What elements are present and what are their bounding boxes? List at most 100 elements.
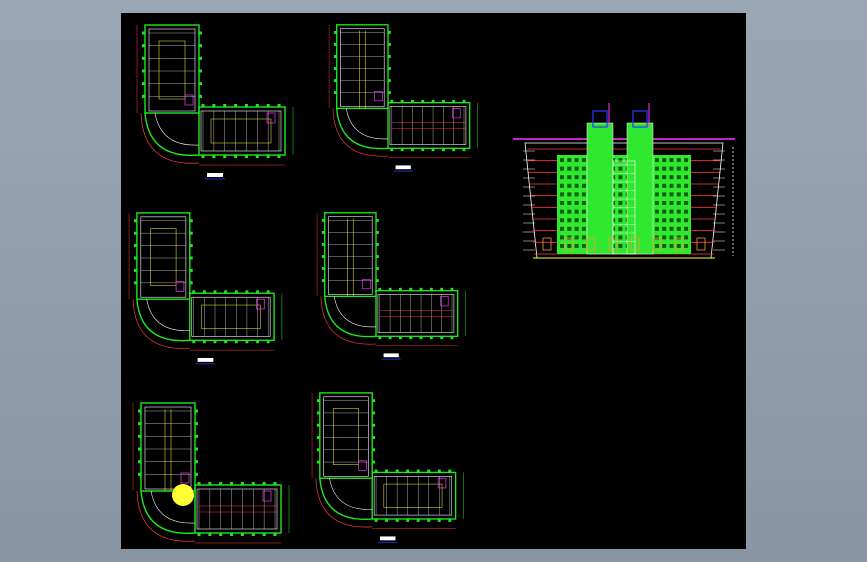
column-marker <box>372 460 376 464</box>
window <box>618 183 623 188</box>
window <box>567 158 572 162</box>
column-marker <box>399 287 402 291</box>
column-marker <box>133 256 137 260</box>
window <box>669 166 674 171</box>
column-marker <box>409 287 413 291</box>
column-marker <box>431 99 435 103</box>
corner-curve-inner <box>154 112 200 146</box>
column-marker <box>372 436 376 439</box>
column-marker <box>390 148 394 152</box>
wing-vertical-wall <box>319 392 373 479</box>
column-marker <box>316 423 320 427</box>
column-marker <box>251 482 255 485</box>
window <box>662 218 667 223</box>
column-marker <box>421 99 425 103</box>
window <box>684 175 689 180</box>
window <box>669 226 674 231</box>
window <box>618 201 623 205</box>
window <box>581 209 586 214</box>
column-marker <box>321 255 325 258</box>
window <box>654 158 659 162</box>
window <box>618 226 623 231</box>
column-marker <box>192 340 196 344</box>
window <box>618 235 623 240</box>
window <box>662 244 667 248</box>
column-marker <box>138 409 141 413</box>
column-marker <box>406 518 410 522</box>
wing-vertical-outline <box>148 28 196 112</box>
column-marker <box>316 411 320 415</box>
column-marker <box>400 148 404 152</box>
column-marker <box>133 244 137 248</box>
column-marker <box>133 268 137 272</box>
window <box>581 226 586 231</box>
window <box>654 209 659 214</box>
window <box>581 183 586 188</box>
column-marker <box>388 43 391 46</box>
window <box>581 158 586 162</box>
column-marker <box>195 409 198 413</box>
window <box>654 226 659 231</box>
plan-title-block <box>395 165 411 170</box>
window <box>669 158 674 162</box>
wing-horizontal-wall <box>387 102 471 149</box>
wing-horizontal-outline <box>200 110 282 152</box>
column-marker <box>321 279 325 282</box>
column-marker <box>390 99 394 103</box>
window <box>574 175 579 180</box>
column-marker <box>395 518 399 522</box>
window <box>560 218 564 223</box>
column-marker <box>251 533 255 536</box>
plan-1 <box>136 24 294 180</box>
window <box>574 209 579 214</box>
column-marker <box>142 69 145 73</box>
window <box>574 201 579 205</box>
window <box>676 158 681 162</box>
window <box>560 175 564 180</box>
window <box>676 235 681 240</box>
cad-drawing <box>128 24 735 544</box>
front-elevation <box>513 103 735 259</box>
column-marker <box>262 533 266 536</box>
wing-vertical-wall <box>324 212 377 298</box>
column-marker <box>437 469 441 473</box>
column-marker <box>138 472 141 476</box>
window <box>560 244 564 248</box>
column-marker <box>333 55 337 58</box>
wing-horizontal-outline <box>191 296 271 337</box>
column-marker <box>316 448 320 452</box>
window <box>662 192 667 197</box>
cad-drawing-canvas[interactable] <box>121 13 746 549</box>
plan-4 <box>316 212 466 360</box>
plan-3 <box>128 212 283 365</box>
column-marker <box>376 255 379 258</box>
window <box>676 175 681 180</box>
column-marker <box>333 91 337 94</box>
column-marker <box>195 460 198 464</box>
hall-outline <box>201 304 261 329</box>
window <box>618 192 623 197</box>
column-marker <box>212 104 216 107</box>
column-marker <box>234 340 238 344</box>
window <box>669 209 674 214</box>
column-marker <box>378 287 382 291</box>
window <box>669 201 674 205</box>
tower <box>626 122 654 255</box>
column-marker <box>195 472 198 476</box>
column-marker <box>142 44 145 48</box>
column-marker <box>189 244 193 248</box>
column-marker <box>266 340 270 344</box>
wing-vertical-wall <box>144 24 200 114</box>
window <box>662 183 667 188</box>
window <box>669 183 674 188</box>
column-marker <box>376 231 379 234</box>
column-marker <box>376 243 379 246</box>
column-marker <box>462 99 466 103</box>
window <box>676 192 681 197</box>
window <box>574 166 579 171</box>
window <box>581 235 586 240</box>
ground-opening <box>696 237 706 251</box>
wing-horizontal-outline <box>389 106 467 145</box>
column-marker <box>230 533 234 536</box>
column-marker <box>201 104 205 107</box>
